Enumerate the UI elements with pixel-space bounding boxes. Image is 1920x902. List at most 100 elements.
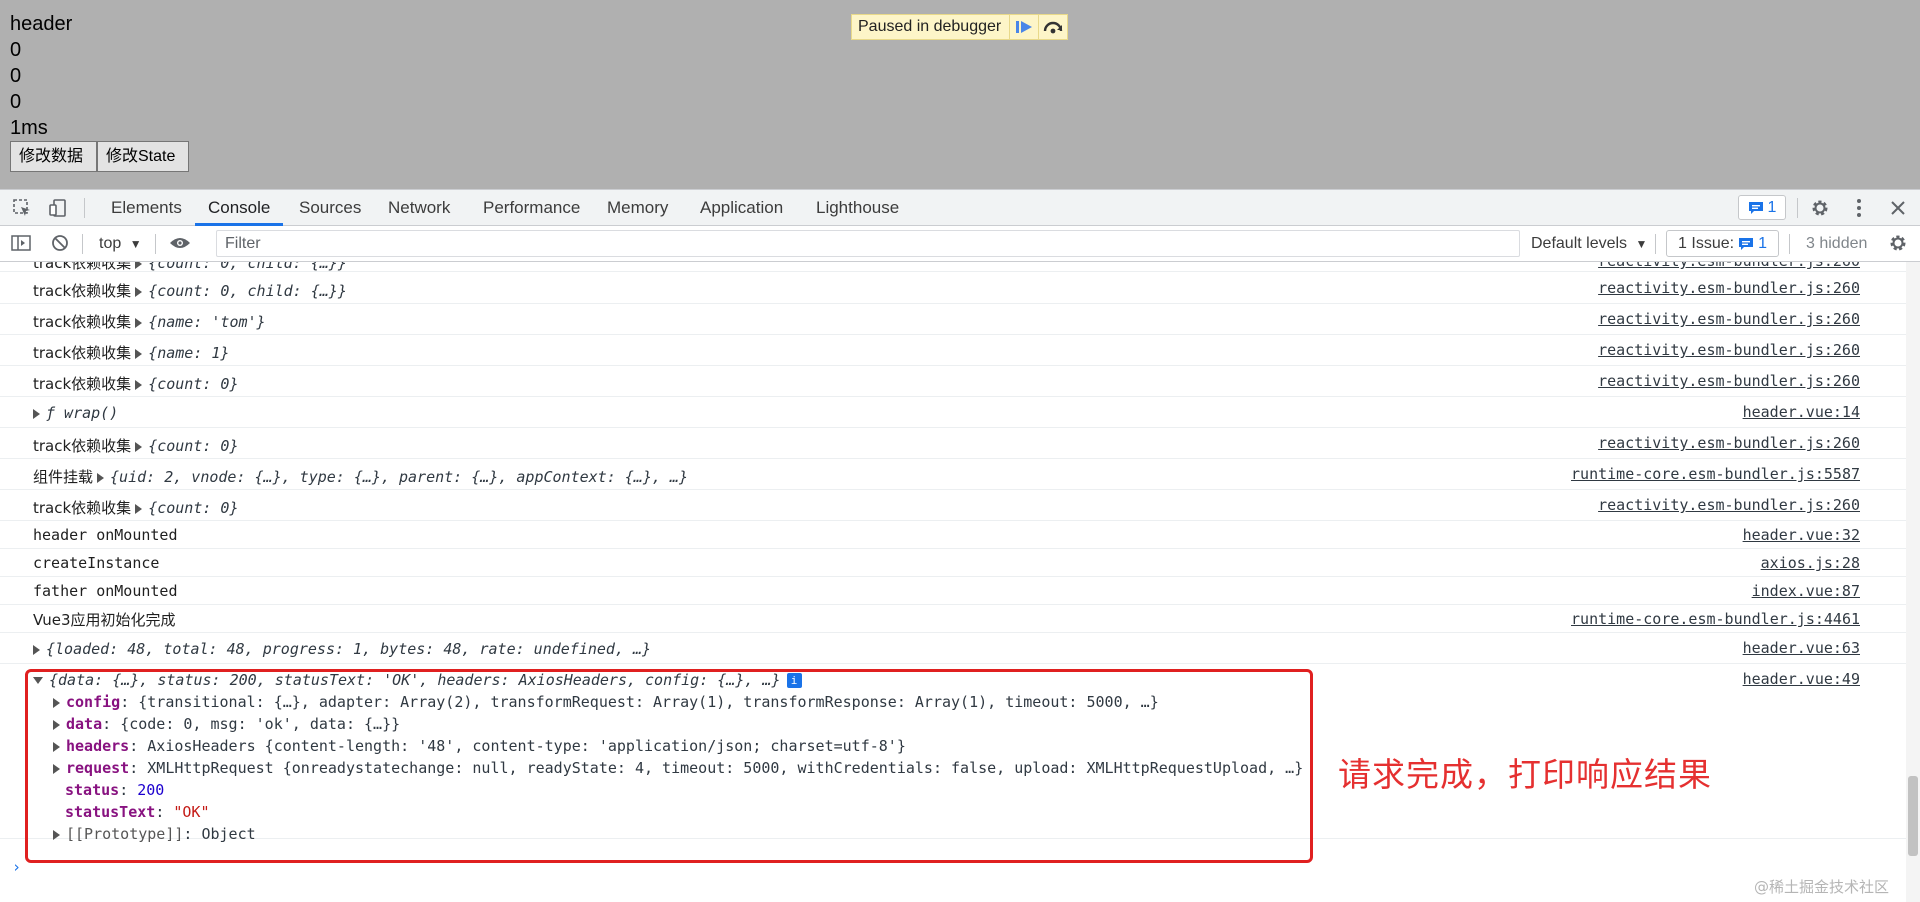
message-label: track依赖收集 (33, 499, 132, 517)
scrollbar-thumb[interactable] (1908, 776, 1918, 856)
page-text-value: 0 (10, 39, 22, 61)
message-object: {count: 0, child: {…}} (148, 262, 347, 272)
settings-button[interactable] (1808, 196, 1832, 220)
step-over-icon (1043, 21, 1063, 34)
expand-triangle-icon[interactable] (135, 503, 143, 514)
expand-triangle-icon[interactable] (135, 286, 143, 297)
hidden-messages-count: 3 hidden (1806, 235, 1868, 252)
device-toolbar-button[interactable] (46, 196, 70, 220)
eye-icon (170, 238, 190, 248)
console-message[interactable]: father onMounted index.vue:87 (0, 577, 1906, 605)
more-options-button[interactable] (1847, 196, 1871, 220)
console-message[interactable]: track依赖收集 {count: 0, child: {…}} reactivi… (0, 273, 1906, 304)
message-text: Vue3应用初始化完成 (33, 611, 176, 629)
source-link[interactable]: header.vue:32 (1743, 526, 1860, 544)
inspect-element-button[interactable] (10, 196, 34, 220)
source-link[interactable]: header.vue:14 (1743, 403, 1860, 421)
source-link[interactable]: reactivity.esm-bundler.js:260 (1598, 341, 1860, 359)
expand-triangle-icon[interactable] (97, 472, 105, 483)
message-object: {name: 1} (148, 344, 230, 362)
message-label: track依赖收集 (33, 344, 132, 362)
clear-console-button[interactable] (48, 231, 72, 255)
console-message[interactable]: 组件挂载 {uid: 2, vnode: {…}, type: {…}, pare… (0, 459, 1906, 490)
console-message[interactable]: {loaded: 48, total: 48, progress: 1, byt… (0, 633, 1906, 664)
source-link[interactable]: reactivity.esm-bundler.js:260 (1598, 372, 1860, 390)
source-link[interactable]: runtime-core.esm-bundler.js:5587 (1571, 465, 1860, 483)
expand-triangle-icon[interactable] (135, 317, 143, 328)
chevron-down-icon: ▼ (1635, 237, 1648, 251)
expand-triangle-icon[interactable] (135, 348, 143, 359)
tab-console[interactable]: Console (208, 190, 270, 226)
annotation-text: 请求完成，打印响应结果 (1338, 755, 1712, 794)
modify-state-button[interactable]: 修改State (97, 141, 189, 172)
source-link[interactable]: reactivity.esm-bundler.js:260 (1598, 434, 1860, 452)
kebab-menu-icon (1857, 199, 1861, 217)
tab-sources[interactable]: Sources (299, 190, 361, 226)
source-link[interactable]: header.vue:63 (1743, 639, 1860, 657)
expand-triangle-icon[interactable] (33, 408, 40, 419)
issues-count: 1 (1758, 234, 1767, 252)
tab-elements[interactable]: Elements (111, 190, 182, 226)
source-link[interactable]: reactivity.esm-bundler.js:260 (1598, 279, 1860, 297)
close-devtools-button[interactable] (1886, 196, 1910, 220)
tab-lighthouse[interactable]: Lighthouse (816, 190, 899, 226)
filter-input[interactable] (217, 231, 1519, 256)
console-message[interactable]: Vue3应用初始化完成 runtime-core.esm-bundler.js:… (0, 605, 1906, 633)
clear-icon (52, 235, 68, 251)
console-message[interactable]: track依赖收集 {name: 'tom'} reactivity.esm-bu… (0, 304, 1906, 335)
expand-triangle-icon[interactable] (33, 644, 40, 655)
context-selector[interactable]: top ▼ (99, 226, 142, 262)
gear-icon (1890, 235, 1906, 251)
console-message[interactable]: track依赖收集 {count: 0} reactivity.esm-bundl… (0, 428, 1906, 459)
step-over-button[interactable] (1038, 15, 1067, 39)
message-object: {uid: 2, vnode: {…}, type: {…}, parent: … (110, 468, 688, 486)
console-message[interactable]: track依赖收集 {count: 0} reactivity.esm-bundl… (0, 366, 1906, 397)
console-message[interactable]: track依赖收集 {count: 0, child: {…}} reactivi… (0, 262, 1906, 272)
issues-label: 1 Issue: (1678, 234, 1735, 252)
resume-button[interactable] (1009, 15, 1038, 39)
expand-triangle-icon[interactable] (135, 379, 143, 390)
toggle-sidebar-button[interactable] (9, 231, 33, 255)
message-label: track依赖收集 (33, 262, 132, 272)
message-icon (1748, 201, 1763, 214)
message-object: {count: 0, child: {…}} (148, 282, 347, 300)
issues-button[interactable]: 1 Issue: 1 (1666, 230, 1779, 257)
modify-data-button[interactable]: 修改数据 (10, 141, 97, 172)
close-icon (1891, 201, 1905, 215)
console-settings-button[interactable] (1886, 231, 1910, 255)
message-label: track依赖收集 (33, 313, 132, 331)
inspect-icon (13, 199, 30, 216)
console-message[interactable]: createInstance axios.js:28 (0, 549, 1906, 577)
message-object: {count: 0} (148, 437, 239, 455)
log-levels-label: Default levels (1531, 235, 1628, 252)
chevron-down-icon: ▼ (129, 237, 142, 251)
live-expression-button[interactable] (168, 231, 192, 255)
issues-badge-button[interactable]: 1 (1738, 195, 1786, 220)
source-link[interactable]: reactivity.esm-bundler.js:260 (1598, 262, 1860, 270)
source-link[interactable]: runtime-core.esm-bundler.js:4461 (1571, 610, 1860, 628)
log-levels-dropdown[interactable]: Default levels ▼ (1531, 226, 1647, 262)
console-message[interactable]: track依赖收集 {count: 0} reactivity.esm-bundl… (0, 490, 1906, 521)
expand-triangle-icon[interactable] (135, 262, 143, 269)
source-link[interactable]: header.vue:49 (1743, 670, 1860, 688)
paused-in-debugger-banner: Paused in debugger (851, 14, 1068, 40)
page-text-header: header (10, 13, 73, 35)
message-object: {count: 0} (148, 499, 239, 517)
console-message[interactable]: ƒ wrap() header.vue:14 (0, 397, 1906, 428)
tab-network[interactable]: Network (388, 190, 450, 226)
tab-application[interactable]: Application (700, 190, 783, 226)
source-link[interactable]: reactivity.esm-bundler.js:260 (1598, 310, 1860, 328)
message-text: father onMounted (33, 582, 178, 600)
console-message[interactable]: header onMounted header.vue:32 (0, 521, 1906, 549)
console-message[interactable]: track依赖收集 {name: 1} reactivity.esm-bundle… (0, 335, 1906, 366)
device-icon (49, 199, 66, 217)
expand-triangle-icon[interactable] (135, 441, 143, 452)
tab-memory[interactable]: Memory (607, 190, 668, 226)
page-text-value: 0 (10, 65, 22, 87)
console-prompt-icon[interactable]: › (12, 858, 21, 876)
message-icon (1739, 237, 1754, 250)
source-link[interactable]: reactivity.esm-bundler.js:260 (1598, 496, 1860, 514)
tab-performance[interactable]: Performance (483, 190, 580, 226)
source-link[interactable]: index.vue:87 (1752, 582, 1860, 600)
source-link[interactable]: axios.js:28 (1761, 554, 1860, 572)
